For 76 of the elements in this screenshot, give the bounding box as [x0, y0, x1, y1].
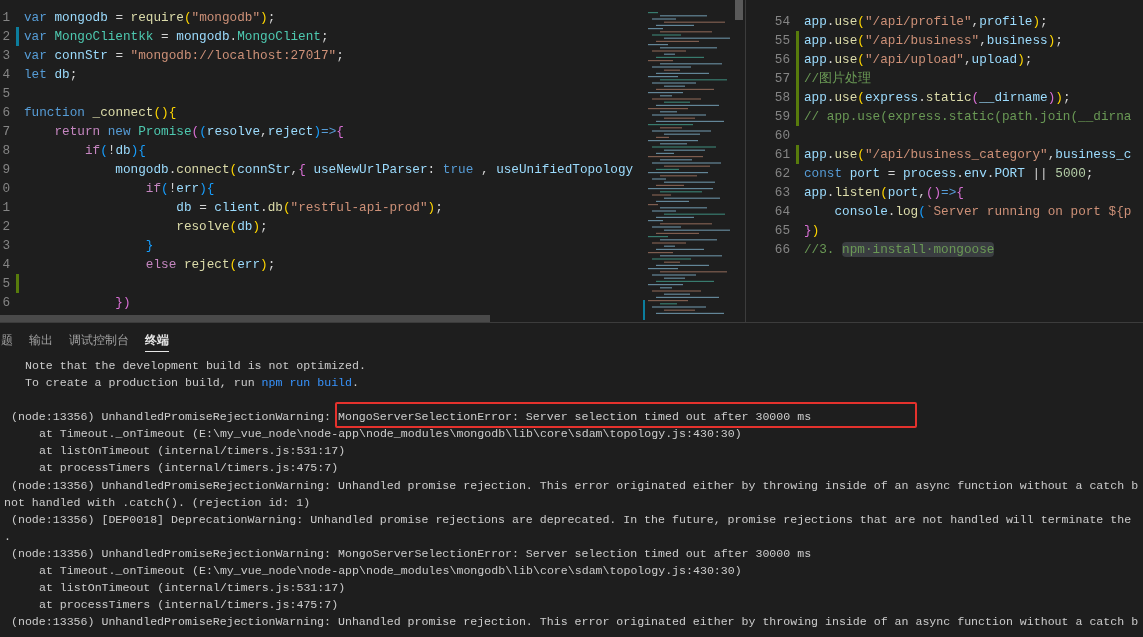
line-number: 7: [1, 123, 10, 141]
terminal-line: at processTimers (internal/timers.js:475:7): [39, 460, 339, 477]
line-number: 57: [773, 70, 790, 88]
code-line: app.use("/api/profile",profile);: [804, 13, 1048, 31]
terminal-line: .: [4, 528, 11, 545]
line-number: 63: [773, 184, 790, 202]
panel-tab[interactable]: 调试控制台: [69, 327, 129, 353]
code-line: app.use(express.static(__dirname));: [804, 89, 1071, 107]
line-number: 65: [773, 222, 790, 240]
line-number: 3: [1, 237, 10, 255]
terminal-line: (node:13356) UnhandledPromiseRejectionWarning: MongoServerSelectionError: Server selection timed out after 30000 ms: [11, 545, 812, 562]
code-line: if(!err){: [144, 180, 215, 198]
panel-tab[interactable]: 题: [1, 327, 13, 353]
line-number: 54: [773, 13, 790, 31]
code-line: var mongodb = require("mongodb");: [24, 9, 276, 27]
code-line: //3. npm·install·mongoose: [804, 240, 995, 259]
line-number: 2: [1, 218, 10, 236]
code-line: // app.use(express.static(path.join(__dirna: [804, 108, 1132, 126]
code-line: return new Promise((resolve,reject)=>{: [53, 123, 344, 141]
code-line: const port = process.env.PORT || 5000;: [804, 165, 1094, 183]
terminal-line: at Timeout._onTimeout (E:\my_vue_node\node-app\node_modules\mongodb\lib\core\sdam\topology.js:430:30): [39, 563, 742, 579]
code-line: app.listen(port,()=>{: [804, 184, 964, 202]
terminal-line: (node:13356) UnhandledPromiseRejectionWarning: Unhandled promise rejection. This error originated either by throwing inside of an async function without a catch b: [11, 614, 1139, 631]
code-line: var connStr = "mongodb://localhost:27017";: [24, 47, 344, 65]
code-line: }): [804, 222, 820, 240]
line-number: 1: [1, 9, 10, 27]
panel-tab[interactable]: 输出: [29, 327, 53, 353]
line-number: 2: [1, 28, 10, 46]
terminal-line: at listOnTimeout (internal/timers.js:531:17): [39, 580, 346, 597]
line-number: 3: [1, 47, 10, 65]
minimap-drawing[interactable]: [640, 0, 745, 322]
line-number: 5: [1, 275, 10, 293]
terminal-line: at Timeout._onTimeout (E:\my_vue_node\node-app\node_modules\mongodb\lib\core\sdam\topology.js:430:30): [39, 426, 742, 443]
line-number: 60: [773, 127, 790, 145]
line-number: 55: [773, 32, 790, 50]
terminal-line: (node:13356) UnhandledPromiseRejectionWarning: MongoServerSelectionError: Server selection timed out after 30000 ms: [11, 408, 812, 426]
code-line: resolve(db);: [175, 218, 268, 236]
code-line: let db;: [24, 66, 78, 84]
code-line: console.log(`Server running on port ${p: [833, 203, 1132, 221]
code-line: db = client.db("restful-api-prod");: [175, 199, 443, 217]
line-number: 4: [1, 256, 10, 274]
line-number: 61: [773, 146, 790, 164]
line-number: 4: [1, 66, 10, 84]
horizontal-scrollbar[interactable]: [0, 315, 490, 322]
line-number: 64: [773, 203, 790, 221]
line-number: 9: [1, 161, 10, 179]
line-number: 6: [1, 294, 10, 312]
line-number: 56: [773, 51, 790, 69]
terminal-line: at processTimers (internal/timers.js:475:7): [39, 597, 339, 614]
terminal-line: (node:13356) [DEP0018] DeprecationWarning: Unhandled promise rejections are deprecated. In the future, promise rejections that are not handled will terminate the: [11, 511, 1132, 528]
code-line: function _connect(){: [24, 104, 177, 122]
line-number: 58: [773, 89, 790, 107]
terminal-line: To create a production build, run npm run build.: [25, 374, 359, 391]
line-number: 8: [1, 142, 10, 160]
panel-tab[interactable]: 终端: [145, 327, 169, 353]
code-line: //图片处理: [804, 70, 872, 88]
terminal-line: (node:13356) UnhandledPromiseRejectionWarning: Unhandled promise rejection. This error originated either by throwing inside of an async function without a catch b: [11, 477, 1139, 494]
code-line: app.use("/api/upload",upload);: [804, 51, 1033, 69]
code-line: app.use("/api/business_category",business_c: [804, 146, 1132, 164]
code-line: app.use("/api/business",business);: [804, 32, 1063, 50]
line-number: 0: [1, 180, 10, 198]
line-number: 6: [1, 104, 10, 122]
line-number: 5: [1, 85, 10, 103]
line-number: 1: [1, 199, 10, 217]
code-line: mongodb.connect(connStr,{ useNewUrlParser: true , useUnifiedTopology: [114, 161, 634, 179]
line-number: 59: [773, 108, 790, 126]
line-number: 62: [773, 165, 790, 183]
code-line: var MongoClientkk = mongodb.MongoClient;: [24, 28, 329, 46]
line-number: 66: [773, 241, 790, 259]
code-line: else reject(err);: [144, 256, 276, 274]
terminal-line: at listOnTimeout (internal/timers.js:531:17): [39, 443, 346, 460]
terminal-line: not handled with .catch(). (rejection id: 1): [4, 494, 311, 511]
code-line: }): [114, 294, 131, 312]
code-line: if(!db){: [83, 142, 146, 160]
code-line: }: [144, 237, 154, 255]
terminal-line: Note that the development build is not optimized.: [25, 357, 366, 374]
